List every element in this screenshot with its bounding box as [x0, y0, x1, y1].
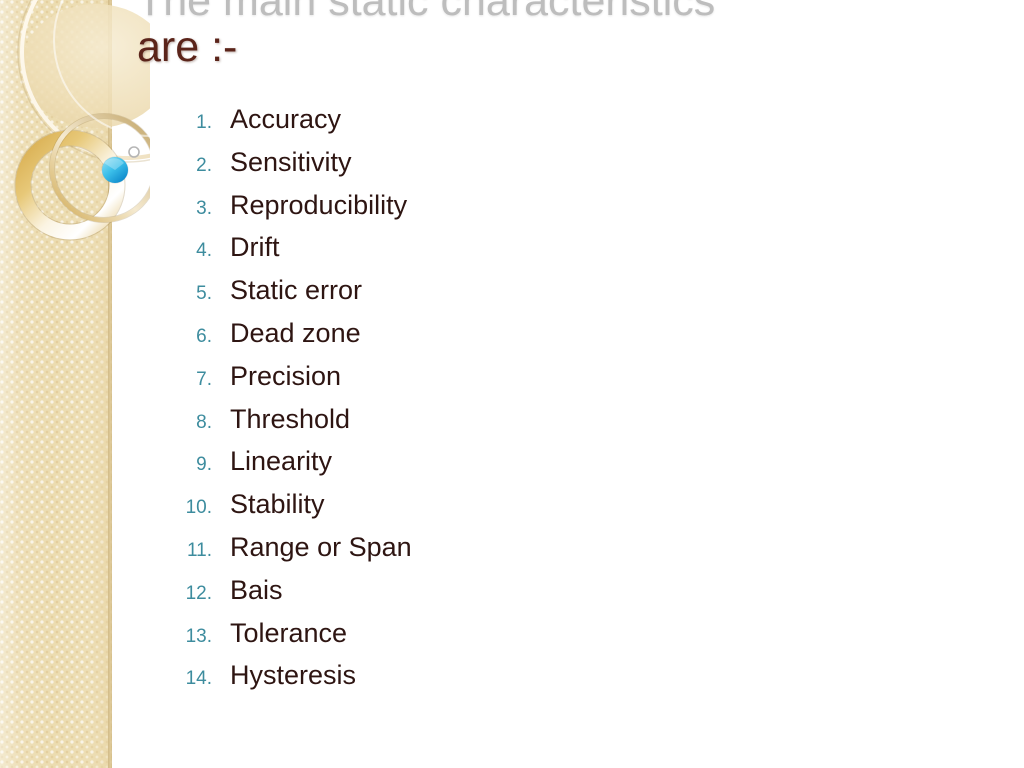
list-item-label: Sensitivity	[230, 146, 352, 177]
list-item-label: Drift	[230, 232, 280, 263]
list-item: 9. Linearity	[168, 446, 868, 489]
page-title: The main static characteristics are :-	[137, 0, 957, 70]
list-item-number: 14.	[185, 668, 212, 690]
list-item: 10. Stability	[168, 489, 868, 532]
list-item-number: 1.	[196, 112, 212, 133]
list-item: 2. Sensitivity	[168, 147, 868, 190]
list-item: 11. Range or Span	[168, 532, 868, 575]
list-item-number: 6.	[196, 325, 212, 347]
page-title-line-2: are :-	[137, 23, 238, 71]
list-item-label: Hysteresis	[230, 660, 357, 691]
list-item: 5. Static error	[168, 275, 868, 318]
list-item-number: 11.	[186, 539, 212, 561]
list-item-label: Precision	[230, 360, 342, 391]
list-item: 1. Accuracy	[168, 104, 868, 147]
list-item-number: 10.	[185, 497, 212, 519]
list-item-number: 2.	[196, 154, 212, 176]
list-item-number: 12.	[185, 582, 212, 604]
list-item-number: 4.	[196, 240, 212, 262]
list-item-number: 5.	[196, 283, 212, 305]
list-item-label: Static error	[230, 275, 363, 306]
list-item-number: 13.	[185, 625, 212, 647]
list-item-label: Accuracy	[230, 104, 342, 134]
list-item-label: Tolerance	[230, 617, 348, 648]
list-item: 13. Tolerance	[168, 618, 868, 661]
list-item-number: 7.	[196, 368, 212, 390]
list-item: 3. Reproducibility	[168, 190, 868, 233]
list-item-number: 3.	[196, 197, 212, 219]
list-item: 8. Threshold	[168, 404, 868, 447]
list-item-label: Threshold	[230, 403, 351, 434]
list-item-label: Stability	[230, 489, 325, 520]
list-item: 4. Drift	[168, 232, 868, 275]
static-characteristics-list: 1. Accuracy 2. Sensitivity 3. Reproducib…	[168, 104, 868, 703]
list-item-label: Range or Span	[230, 531, 412, 562]
list-item-number: 8.	[196, 411, 212, 433]
list-item-label: Linearity	[230, 446, 333, 477]
slide-canvas: The main static characteristics are :- 1…	[0, 0, 1024, 768]
list-item-number: 9.	[196, 454, 212, 476]
list-item-label: Dead zone	[230, 317, 361, 348]
list-item: 7. Precision	[168, 361, 868, 404]
list-item: 12. Bais	[168, 575, 868, 618]
list-item: 6. Dead zone	[168, 318, 868, 361]
list-item: 14. Hysteresis	[168, 660, 868, 703]
list-item-label: Reproducibility	[230, 189, 408, 220]
page-title-line-1: The main static characteristics	[137, 0, 716, 25]
list-item-label: Bais	[230, 574, 283, 605]
